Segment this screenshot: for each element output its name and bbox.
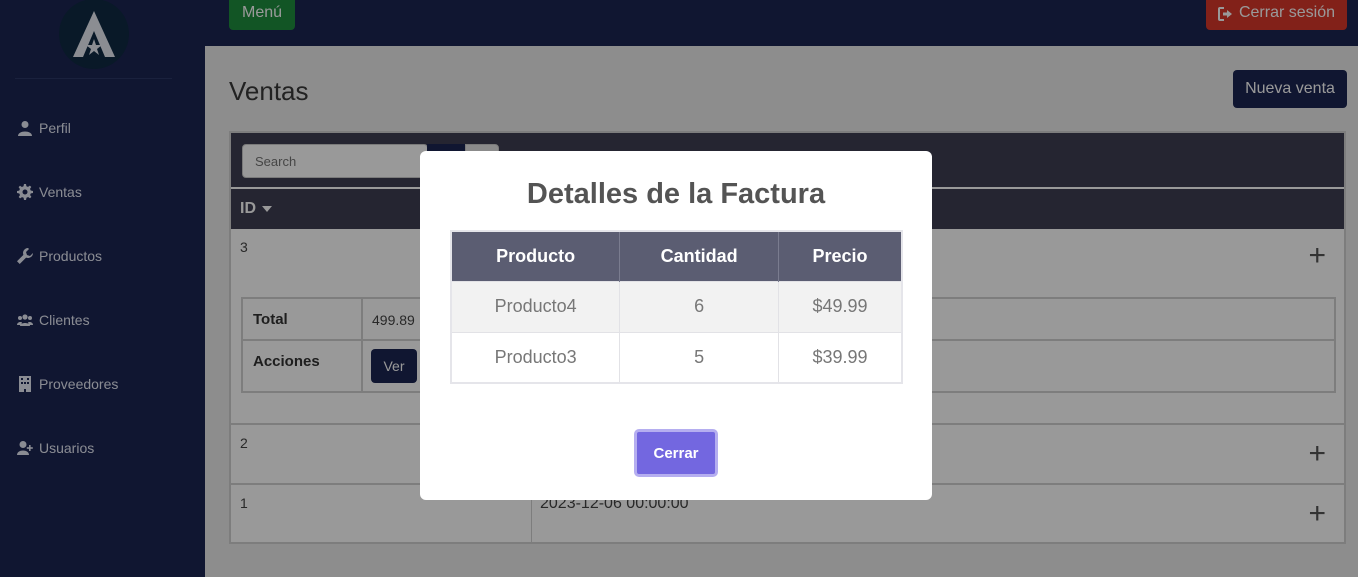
item-producto: Producto4 — [450, 280, 621, 333]
item-precio: $39.99 — [777, 331, 903, 384]
invoice-items-table: Producto Cantidad Precio Producto4 6 $49… — [450, 230, 903, 384]
modal-title: Detalles de la Factura — [526, 178, 826, 210]
column-header-producto: Producto — [451, 231, 621, 281]
invoice-header-row: Producto Cantidad Precio — [451, 231, 902, 281]
item-precio: $49.99 — [777, 280, 903, 333]
item-producto: Producto3 — [450, 331, 621, 384]
invoice-details-modal: Detalles de la Factura Producto Cantidad… — [420, 151, 932, 500]
invoice-item-row: Producto4 6 $49.99 — [450, 280, 903, 333]
close-button[interactable]: Cerrar — [634, 429, 718, 477]
column-header-cantidad: Cantidad — [619, 231, 779, 281]
column-header-precio: Precio — [778, 231, 902, 281]
item-cantidad: 6 — [619, 280, 779, 333]
invoice-item-row: Producto3 5 $39.99 — [450, 331, 903, 384]
item-cantidad: 5 — [619, 331, 779, 384]
